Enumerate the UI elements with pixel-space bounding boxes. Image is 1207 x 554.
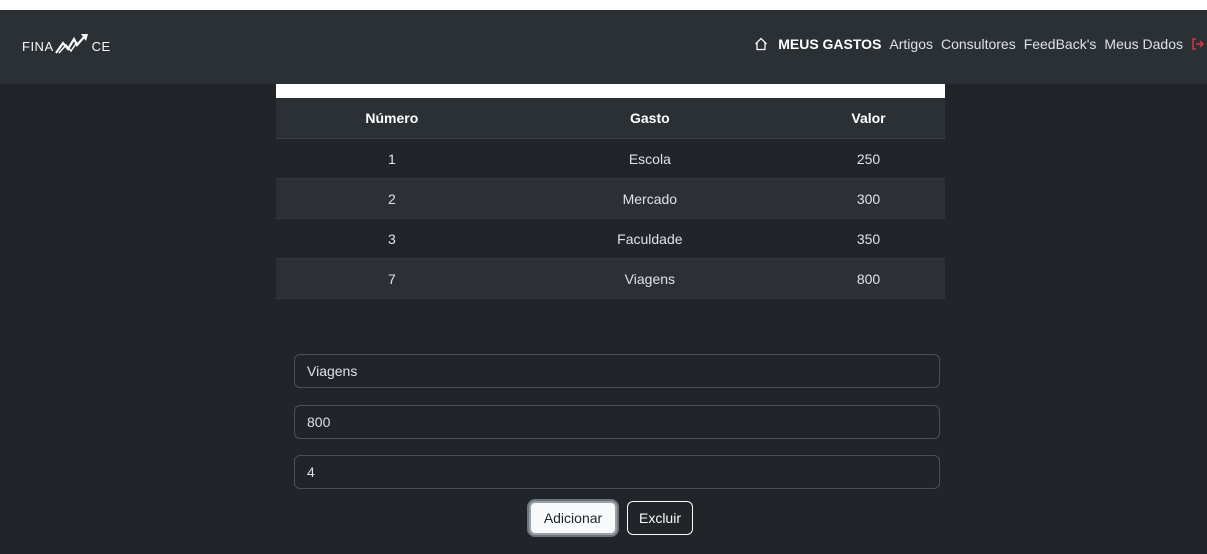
expenses-table-container: Número Gasto Valor 1 Escola 250 2 Mercad…: [276, 84, 945, 299]
cell-valor: 300: [792, 178, 945, 219]
cell-gasto: Escola: [507, 138, 793, 179]
header-valor: Valor: [792, 98, 945, 139]
table-top-bar: [276, 84, 945, 98]
cell-valor: 800: [792, 258, 945, 299]
add-button[interactable]: Adicionar: [529, 501, 617, 535]
chart-arrow-icon: [54, 34, 88, 54]
delete-button[interactable]: Excluir: [627, 501, 693, 535]
table-row[interactable]: 7 Viagens 800: [276, 258, 945, 299]
header-gasto: Gasto: [507, 98, 793, 139]
cell-gasto: Viagens: [507, 258, 793, 299]
table-row[interactable]: 3 Faculdade 350: [276, 218, 945, 259]
nav-meus-gastos[interactable]: MEUS GASTOS: [778, 36, 881, 52]
cell-gasto: Mercado: [507, 178, 793, 219]
nav-feedbacks[interactable]: FeedBack's: [1024, 36, 1097, 52]
brand-text-right: CE: [91, 39, 111, 54]
table-row[interactable]: 1 Escola 250: [276, 138, 945, 179]
cell-numero: 1: [276, 138, 508, 179]
nav-artigos[interactable]: Artigos: [889, 36, 933, 52]
gasto-input[interactable]: [294, 354, 940, 388]
cell-numero: 3: [276, 218, 508, 259]
numero-input[interactable]: [294, 455, 940, 489]
nav-consultores[interactable]: Consultores: [941, 36, 1016, 52]
cell-gasto: Faculdade: [507, 218, 793, 259]
logout-icon[interactable]: [1191, 37, 1205, 51]
home-icon[interactable]: [754, 37, 768, 51]
table-row[interactable]: 2 Mercado 300: [276, 178, 945, 219]
top-strip: [0, 0, 1207, 10]
expenses-table: Número Gasto Valor 1 Escola 250 2 Mercad…: [276, 98, 945, 299]
cell-numero: 2: [276, 178, 508, 219]
table-header-row: Número Gasto Valor: [276, 98, 945, 139]
cell-numero: 7: [276, 258, 508, 299]
cell-valor: 350: [792, 218, 945, 259]
navbar: FINA CE MEUS GASTOS Artigos Consultores …: [0, 10, 1207, 84]
header-numero: Número: [276, 98, 508, 139]
brand-logo[interactable]: FINA CE: [22, 34, 111, 54]
main-nav: MEUS GASTOS Artigos Consultores FeedBack…: [754, 36, 1207, 52]
brand-text-left: FINA: [22, 39, 54, 54]
valor-input[interactable]: [294, 405, 940, 439]
nav-meus-dados[interactable]: Meus Dados: [1104, 36, 1183, 52]
cell-valor: 250: [792, 138, 945, 179]
